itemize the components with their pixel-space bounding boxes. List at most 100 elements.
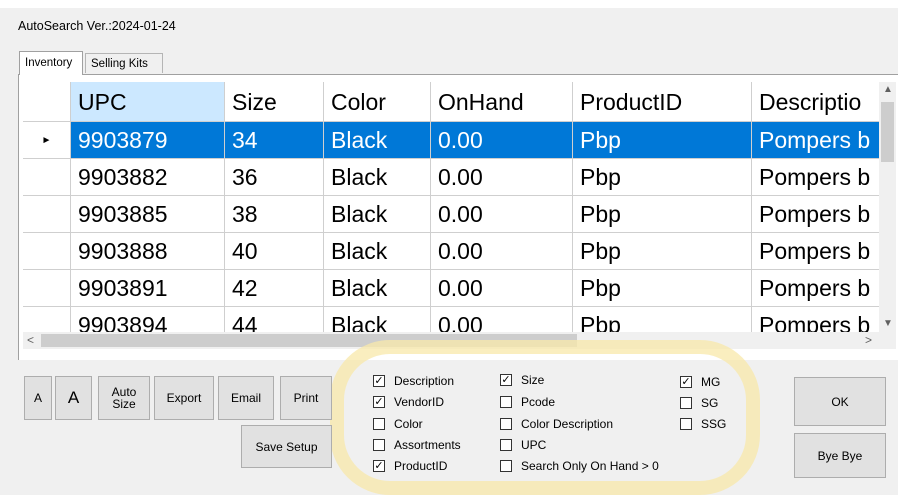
cell-upc[interactable]: 9903882: [71, 159, 225, 196]
scroll-left-icon[interactable]: <: [27, 333, 34, 347]
checkbox-search-onhand-box[interactable]: [500, 460, 512, 472]
tab-inventory[interactable]: Inventory: [19, 51, 83, 75]
checkbox-search-onhand[interactable]: Search Only On Hand > 0: [500, 459, 659, 473]
table-row[interactable]: 9903882 36 Black 0.00 Pbp Pompers b: [23, 159, 879, 196]
autosize-button[interactable]: Auto Size: [98, 376, 150, 420]
checkbox-size[interactable]: ✓ Size: [500, 373, 544, 387]
cell-color[interactable]: Black: [324, 122, 431, 159]
cell-productid[interactable]: Pbp: [573, 196, 752, 233]
checkbox-size-label: Size: [521, 373, 545, 387]
tab-selling-kits[interactable]: Selling Kits: [85, 53, 163, 73]
checkbox-size-box[interactable]: ✓: [500, 374, 512, 386]
checkbox-assortments-box[interactable]: [373, 439, 385, 451]
checkbox-mg[interactable]: ✓ MG: [680, 375, 720, 389]
header-upc[interactable]: UPC: [71, 82, 225, 122]
header-productid[interactable]: ProductID: [573, 82, 752, 122]
checkbox-upc-box[interactable]: [500, 439, 512, 451]
table-row[interactable]: 9903888 40 Black 0.00 Pbp Pompers b: [23, 233, 879, 270]
checkbox-sg[interactable]: SG: [680, 396, 718, 410]
row-header[interactable]: [23, 307, 71, 332]
header-description[interactable]: Descriptio: [752, 82, 879, 122]
checkbox-pcode[interactable]: Pcode: [500, 395, 555, 409]
checkbox-color-description[interactable]: Color Description: [500, 417, 613, 431]
scroll-right-icon[interactable]: >: [865, 333, 872, 347]
cell-size[interactable]: 40: [225, 233, 324, 270]
cell-size[interactable]: 34: [225, 122, 324, 159]
header-size[interactable]: Size: [225, 82, 324, 122]
cell-color[interactable]: Black: [324, 270, 431, 307]
table-row[interactable]: 9903894 44 Black 0.00 Pbp Pompers b: [23, 307, 879, 332]
cell-size[interactable]: 42: [225, 270, 324, 307]
cell-onhand[interactable]: 0.00: [431, 196, 573, 233]
cell-productid[interactable]: Pbp: [573, 270, 752, 307]
font-larger-button[interactable]: A: [55, 376, 92, 420]
save-setup-button[interactable]: Save Setup: [241, 425, 332, 468]
cell-size[interactable]: 36: [225, 159, 324, 196]
cell-onhand[interactable]: 0.00: [431, 233, 573, 270]
scroll-up-icon[interactable]: ▲: [883, 84, 893, 95]
cell-color[interactable]: Black: [324, 159, 431, 196]
vertical-scroll-thumb[interactable]: [881, 102, 894, 162]
cell-size[interactable]: 38: [225, 196, 324, 233]
row-header[interactable]: [23, 159, 71, 196]
checkbox-upc-label: UPC: [521, 438, 547, 452]
checkbox-vendorid[interactable]: ✓ VendorID: [373, 395, 444, 409]
cell-productid[interactable]: Pbp: [573, 307, 752, 332]
checkbox-mg-box[interactable]: ✓: [680, 376, 692, 388]
checkbox-color-box[interactable]: [373, 418, 385, 430]
print-button[interactable]: Print: [280, 376, 332, 420]
cell-upc[interactable]: 9903891: [71, 270, 225, 307]
vertical-scrollbar[interactable]: ▲ ▼: [879, 82, 896, 332]
table-row[interactable]: 9903885 38 Black 0.00 Pbp Pompers b: [23, 196, 879, 233]
cell-upc[interactable]: 9903894: [71, 307, 225, 332]
scroll-down-icon[interactable]: ▼: [883, 318, 893, 329]
cell-description[interactable]: Pompers b: [752, 307, 879, 332]
cell-color[interactable]: Black: [324, 196, 431, 233]
email-button[interactable]: Email: [218, 376, 274, 420]
cell-description[interactable]: Pompers b: [752, 196, 879, 233]
header-onhand[interactable]: OnHand: [431, 82, 573, 122]
cell-onhand[interactable]: 0.00: [431, 270, 573, 307]
ok-button[interactable]: OK: [794, 377, 886, 426]
cell-size[interactable]: 44: [225, 307, 324, 332]
checkbox-ssg-box[interactable]: [680, 418, 692, 430]
checkbox-description[interactable]: ✓ Description: [373, 374, 454, 388]
checkbox-pcode-box[interactable]: [500, 396, 512, 408]
cell-color[interactable]: Black: [324, 233, 431, 270]
row-header[interactable]: [23, 196, 71, 233]
cell-upc[interactable]: 9903888: [71, 233, 225, 270]
checkbox-productid-box[interactable]: ✓: [373, 460, 385, 472]
row-header[interactable]: [23, 233, 71, 270]
cell-productid[interactable]: Pbp: [573, 122, 752, 159]
byebye-button[interactable]: Bye Bye: [794, 433, 886, 478]
checkbox-productid[interactable]: ✓ ProductID: [373, 459, 447, 473]
inventory-grid[interactable]: UPC Size Color OnHand ProductID Descript…: [23, 82, 879, 332]
checkbox-sg-box[interactable]: [680, 397, 692, 409]
export-button[interactable]: Export: [154, 376, 214, 420]
cell-onhand[interactable]: 0.00: [431, 307, 573, 332]
checkbox-description-box[interactable]: ✓: [373, 375, 385, 387]
checkbox-assortments[interactable]: Assortments: [373, 438, 461, 452]
checkbox-upc[interactable]: UPC: [500, 438, 546, 452]
cell-description[interactable]: Pompers b: [752, 270, 879, 307]
table-row[interactable]: ► 9903879 34 Black 0.00 Pbp Pompers b: [23, 122, 879, 159]
table-row[interactable]: 9903891 42 Black 0.00 Pbp Pompers b: [23, 270, 879, 307]
checkbox-vendorid-label: VendorID: [394, 395, 445, 409]
cell-description[interactable]: Pompers b: [752, 233, 879, 270]
cell-onhand[interactable]: 0.00: [431, 122, 573, 159]
cell-description[interactable]: Pompers b: [752, 122, 879, 159]
row-header[interactable]: [23, 270, 71, 307]
cell-productid[interactable]: Pbp: [573, 159, 752, 196]
cell-productid[interactable]: Pbp: [573, 233, 752, 270]
cell-upc[interactable]: 9903879: [71, 122, 225, 159]
checkbox-color-description-box[interactable]: [500, 418, 512, 430]
checkbox-ssg[interactable]: SSG: [680, 417, 726, 431]
cell-description[interactable]: Pompers b: [752, 159, 879, 196]
checkbox-color[interactable]: Color: [373, 417, 423, 431]
cell-upc[interactable]: 9903885: [71, 196, 225, 233]
font-smaller-button[interactable]: A: [24, 376, 52, 420]
checkbox-vendorid-box[interactable]: ✓: [373, 396, 385, 408]
cell-onhand[interactable]: 0.00: [431, 159, 573, 196]
header-color[interactable]: Color: [324, 82, 431, 122]
cell-color[interactable]: Black: [324, 307, 431, 332]
